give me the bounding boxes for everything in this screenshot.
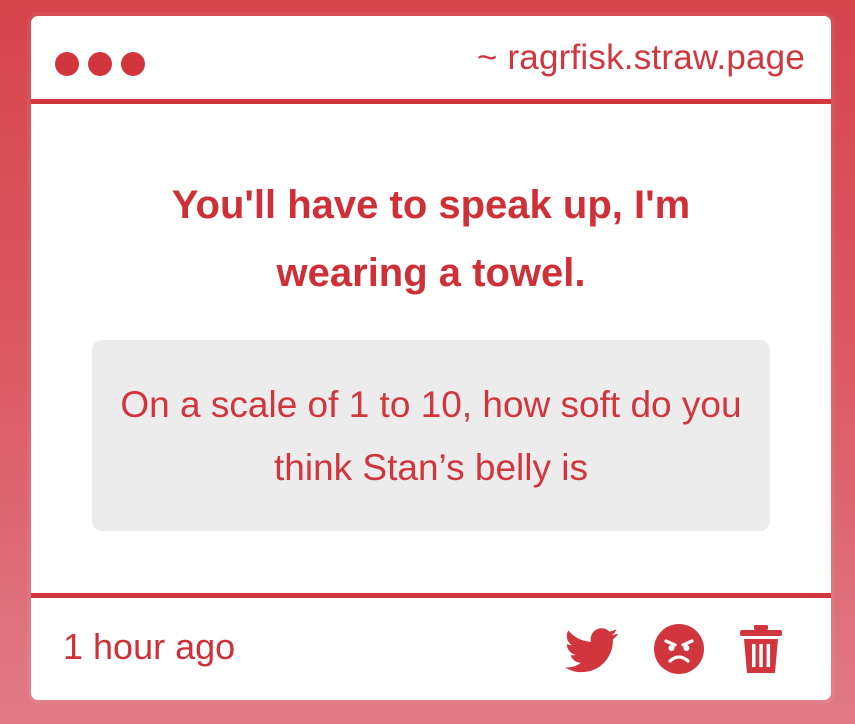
page-url[interactable]: ~ ragrfisk.straw.page [477,38,805,78]
window-dot-3 [121,52,145,76]
twitter-icon[interactable] [564,622,619,676]
window-dot-2 [88,52,112,76]
post-footer: 1 hour ago [31,593,831,700]
post-content: You'll have to speak up, I'm wearing a t… [31,109,831,593]
post-headline: You'll have to speak up, I'm wearing a t… [171,183,691,295]
question-text: On a scale of 1 to 10, how soft do you t… [120,384,742,488]
post-timestamp: 1 hour ago [63,626,236,667]
trash-icon[interactable] [734,622,788,676]
window-dot-1 [55,52,79,76]
post-card: ~ ragrfisk.straw.page You'll have to spe… [31,16,831,700]
angry-face-icon[interactable] [652,622,706,676]
window-titlebar: ~ ragrfisk.straw.page [31,16,831,104]
window-dots [55,52,145,76]
question-box: On a scale of 1 to 10, how soft do you t… [92,340,770,531]
